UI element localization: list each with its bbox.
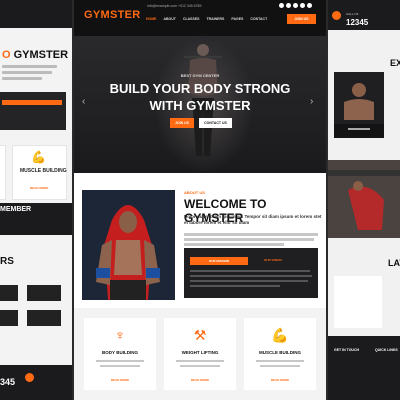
read-more-link[interactable]: READ MORE [164,378,236,382]
hero-contact-button[interactable]: CONTACT US [199,118,232,128]
text-line [184,233,318,236]
footer-title: QUICK LINKS [375,348,398,352]
right-phone-label: CALL US [346,12,359,16]
hero-slider: BEST GYM CENTER BUILD YOUR BODY STRONG W… [74,36,326,173]
left-card-title: MUSCLE BUILDING [20,168,67,174]
hero-kicker: BEST GYM CENTER [180,73,220,78]
left-title: O GYMSTER [2,49,68,61]
text-line [100,365,140,367]
next-slide-icon[interactable]: › [310,96,313,107]
text-line [184,238,314,241]
hero-join-button[interactable]: JOIN US [170,118,194,128]
about-lead: Dolor diam lorem ipsum sit. Tempor sit d… [184,214,322,225]
hero-title-line-2: WITH GYMSTER [149,98,251,113]
nav-item-about[interactable]: ABOUT [164,17,176,21]
social-icons [279,3,312,8]
text-line [190,275,312,277]
facebook-icon[interactable] [279,3,284,8]
left-title-prefix: O [2,49,11,61]
twitter-icon[interactable] [286,3,291,8]
nav-item-classes[interactable]: CLASSES [183,17,200,21]
join-us-button[interactable]: JOIN US [287,14,316,24]
contact-topline: info@example.com +012 345 6789 [147,4,202,8]
text-line [256,360,304,362]
weightlifter-icon: ♆ [114,327,126,343]
trainer-card[interactable] [334,72,384,138]
tab-vision[interactable]: OUR VISION [264,258,282,262]
text-line [176,360,224,362]
prev-slide-icon[interactable]: ‹ [82,96,85,107]
linkedin-icon[interactable] [293,3,298,8]
service-title: WEIGHT LIFTING [181,350,219,355]
left-tab-bar[interactable] [2,100,62,105]
instagram-icon[interactable] [300,3,305,8]
nav-item-contact[interactable]: CONTACT [250,17,267,21]
text-line [96,360,144,362]
service-title: MUSCLE BUILDING [259,350,301,355]
text-line [2,65,57,68]
service-title: BODY BUILDING [102,350,138,355]
blog-post-card[interactable] [334,276,382,328]
navbar: GYMSTER info@example.com +012 345 6789 H… [74,0,326,36]
brand-logo[interactable]: GYMSTER [84,9,141,21]
tab-mission[interactable]: OUR MISSION [190,257,248,265]
left-page-preview: O GYMSTER 💪 MUSCLE BUILDING READ MORE ME… [0,0,72,400]
text-line [2,77,42,80]
nav-item-pages[interactable]: PAGES [231,17,243,21]
read-more-link[interactable]: READ MORE [30,186,48,190]
text-line [190,270,310,272]
text-line [190,285,280,287]
mission-vision-tabs [184,248,318,298]
hero-title-line-1: BUILD YOUR BODY STRONG [109,81,291,96]
left-topbar [0,0,72,28]
left-phone-number: 345 [0,377,16,387]
right-footer [328,336,400,400]
nav-menu: HOME ABOUT CLASSES TRAINERS PAGES CONTAC… [146,17,267,21]
footer-title: GET IN TOUCH [334,348,360,352]
text-line [180,365,220,367]
text-line [260,365,300,367]
left-section-title: RS [0,256,14,267]
read-more-link[interactable]: READ MORE [244,378,316,382]
phone-icon [332,11,341,20]
text-line [2,71,52,74]
dumbbell-icon: ⚒ [193,327,207,343]
nav-item-trainers[interactable]: TRAINERS [206,17,224,21]
nav-item-home[interactable]: HOME [146,17,157,21]
about-kicker: ABOUT US [184,190,205,195]
left-dark-box [0,92,66,130]
text-line [184,243,284,246]
right-page-preview: CALL US 12345 EX LAT GET IN TOUCH QUICK … [328,0,400,400]
left-title-brand: GYMSTER [13,49,69,61]
read-more-link[interactable]: READ MORE [84,378,156,382]
screenshot-collage: O GYMSTER 💪 MUSCLE BUILDING READ MORE ME… [0,0,400,400]
schedule-cell [27,285,61,301]
center-page-preview: GYMSTER info@example.com +012 345 6789 H… [74,0,326,400]
class-photo [328,160,400,238]
phone-icon [25,373,34,382]
muscle-arm-icon: 💪 [271,327,289,343]
schedule-cell [0,310,18,326]
schedule-cell [0,285,18,301]
text-line [190,280,308,282]
right-section-title: LAT [388,258,400,268]
right-phone-number: 12345 [346,18,369,27]
schedule-cell [27,310,61,326]
left-member-text: MEMBER [0,206,32,213]
right-section-title: EX [390,58,400,68]
about-athlete-image [82,190,175,300]
muscle-icon: 💪 [31,150,46,164]
youtube-icon[interactable] [307,3,312,8]
service-card [0,145,6,200]
